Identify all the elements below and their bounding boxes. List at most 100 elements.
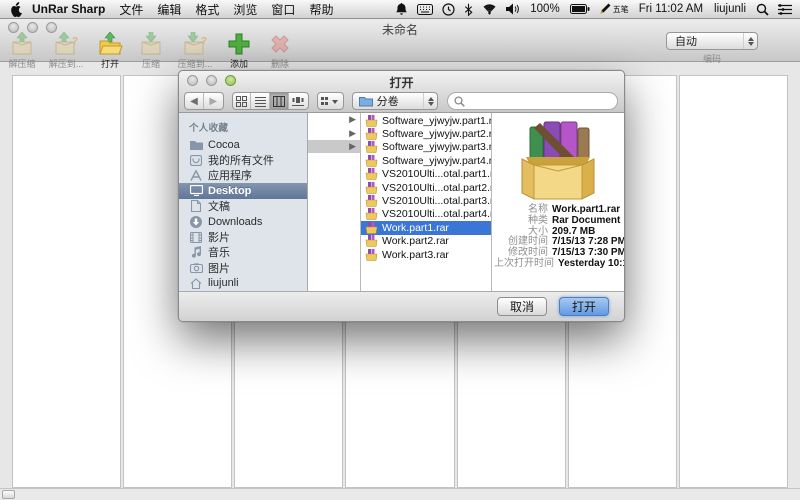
desktop-icon [189,184,203,197]
menu-format[interactable]: 格式 [195,1,219,18]
app-menu-title[interactable]: UnRar Sharp [32,2,105,16]
scrollbar-thumb[interactable] [2,490,15,499]
browser-column[interactable] [12,75,121,488]
dialog-footer: 取消 打开 [179,291,624,321]
file-row[interactable]: VS2010Ulti...otal.part2.rar [361,181,491,194]
forward-button[interactable]: ▶ [204,93,223,109]
notification-center-icon[interactable] [778,4,792,15]
encoding-popup[interactable]: 自动 [666,32,758,50]
menu-file[interactable]: 文件 [119,1,143,18]
rar-file-icon [365,235,378,247]
file-row[interactable]: VS2010Ulti...otal.part3.rar [361,194,491,207]
spotlight-search-icon[interactable] [756,3,769,16]
sidebar-item-desktop[interactable]: Desktop [179,183,307,198]
dialog-titlebar[interactable]: 打开 ◀ ▶ [179,71,624,113]
menu-edit[interactable]: 编辑 [157,1,181,18]
extract-to-icon: ? [53,32,79,56]
sidebar-item-cocoa[interactable]: Cocoa [179,137,307,152]
arrange-button-group [317,92,344,110]
rar-file-icon [365,208,378,220]
location-popup[interactable]: 分卷 [352,92,438,110]
menu-window[interactable]: 窗口 [271,1,295,18]
compress-icon [138,32,164,56]
info-label: 种类 [492,216,548,226]
sidebar-item-applications[interactable]: 应用程序 [179,168,307,183]
view-mode-buttons [232,92,309,110]
compress-to-button[interactable]: ? 压缩到... [172,32,218,70]
battery-percent[interactable]: 100% [529,3,560,15]
parent-folder-row[interactable]: ▶ [308,113,360,126]
info-value: 209.7 MB [552,227,595,237]
info-row: 上次打开时间 Yesterday 10:17 PM [492,259,622,269]
parent-folder-row[interactable]: ▶ [308,126,360,139]
horizontal-scrollbar[interactable] [0,488,800,500]
file-row[interactable]: VS2010Ulti...otal.part1.rar [361,168,491,181]
rar-file-icon [365,141,378,153]
battery-icon[interactable] [570,4,590,14]
search-icon [454,96,465,107]
info-value: Yesterday 10:17 PM [558,259,624,269]
cancel-button[interactable]: 取消 [497,297,547,316]
sidebar-item-downloads[interactable]: Downloads [179,214,307,229]
disclosure-arrow-icon: ▶ [349,129,356,138]
compress-button[interactable]: 压缩 [131,32,171,70]
sidebar-item-home[interactable]: liujunli [179,276,307,291]
menu-clock[interactable]: Fri 11:02 AM [638,3,704,15]
delete-button[interactable]: 删除 [260,32,300,70]
sidebar-item-documents[interactable]: 文稿 [179,199,307,214]
documents-icon [189,200,203,213]
file-row[interactable]: Software_yjwyjw.part3.rar [361,141,491,154]
add-button[interactable]: 添加 [219,32,259,70]
window-titlebar[interactable]: 未命名 解压缩 ? 解压到... 打开 [0,19,800,62]
browser-column[interactable] [679,75,788,488]
arrange-button[interactable] [318,93,343,109]
folder-icon [189,138,203,151]
file-row[interactable]: Software_yjwyjw.part4.rar [361,154,491,167]
file-row[interactable]: Software_yjwyjw.part2.rar [361,127,491,140]
menu-view[interactable]: 浏览 [233,1,257,18]
file-row[interactable]: Software_yjwyjw.part1.rar [361,114,491,127]
input-method-indicator[interactable]: 五笔 [599,3,629,15]
keyboard-icon[interactable] [417,4,433,15]
notification-bell-icon[interactable] [395,2,408,16]
preview-column: 名称 Work.part1.rar 种类 Rar Document 大小 209… [492,113,624,291]
info-value: Rar Document [552,216,620,226]
file-row[interactable]: VS2010Ulti...otal.part4.rar [361,208,491,221]
menu-user[interactable]: liujunli [713,3,747,15]
column-view-button[interactable] [270,93,289,109]
pictures-icon [189,261,203,274]
sidebar-item-movies[interactable]: 影片 [179,229,307,244]
sidebar-item-all-my-files[interactable]: 我的所有文件 [179,152,307,167]
sidebar-item-pictures[interactable]: 图片 [179,260,307,275]
bluetooth-icon[interactable] [464,3,473,16]
info-row: 修改时间 7/15/13 7:30 PM [492,248,622,258]
volume-icon[interactable] [506,3,520,15]
info-label: 上次打开时间 [492,259,554,269]
time-machine-icon[interactable] [442,3,455,16]
open-folder-icon [97,32,123,56]
search-field[interactable] [447,92,618,110]
extract-button[interactable]: 解压缩 [2,32,42,70]
extract-to-button[interactable]: ? 解压到... [43,32,89,70]
wifi-icon[interactable] [482,4,497,15]
file-row[interactable]: Work.part2.rar [361,235,491,248]
file-row-selected[interactable]: Work.part1.rar [361,221,491,234]
rar-file-icon [365,155,378,167]
open-button[interactable]: 打开 [90,32,130,70]
coverflow-view-button[interactable] [289,93,308,109]
sidebar-item-music[interactable]: 音乐 [179,245,307,260]
open-confirm-button[interactable]: 打开 [559,297,609,316]
search-input[interactable] [469,95,611,107]
dialog-sidebar: 个人收藏 Cocoa 我的所有文件 应用程序 Desktop 文稿 [179,113,308,291]
menu-help[interactable]: 帮助 [309,1,333,18]
open-dialog: 打开 ◀ ▶ [178,70,625,322]
svg-text:?: ? [201,36,207,47]
rar-file-icon [365,249,378,261]
icon-view-button[interactable] [233,93,252,109]
file-row[interactable]: Work.part3.rar [361,248,491,261]
rar-file-icon [365,222,378,234]
back-button[interactable]: ◀ [185,93,204,109]
list-view-button[interactable] [251,93,270,109]
parent-folder-row-selected[interactable]: ▶ [308,140,360,153]
apple-menu-icon[interactable] [10,2,23,17]
